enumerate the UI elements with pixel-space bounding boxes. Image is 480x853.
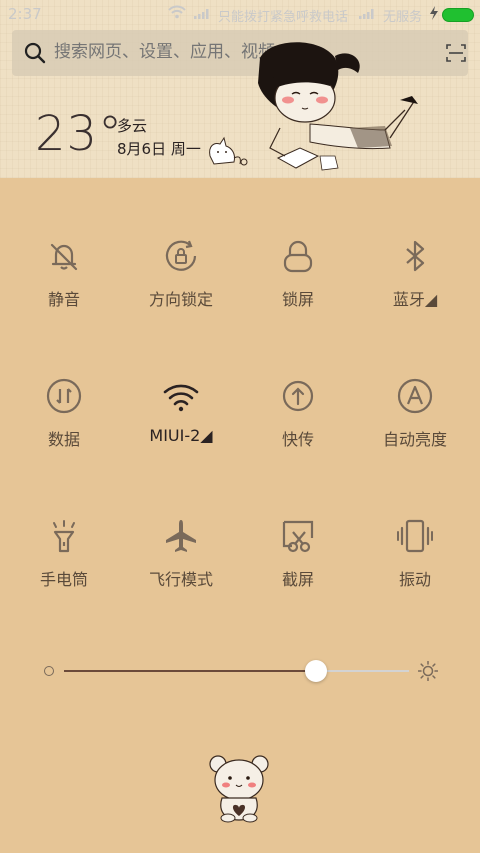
flashlight-icon xyxy=(53,520,75,553)
tile-label: 蓝牙◢ xyxy=(392,290,438,309)
toggle-bluetooth[interactable]: 蓝牙◢ xyxy=(355,238,475,348)
tile-label: 振动 xyxy=(398,570,431,589)
toggle-vibrate[interactable]: 振动 xyxy=(355,518,475,628)
toggle-flashlight[interactable]: 手电筒 xyxy=(4,518,124,628)
vibrate-icon xyxy=(397,519,433,553)
wifi-status-icon xyxy=(168,5,186,19)
bear-illustration xyxy=(209,755,269,823)
rotation-lock-icon xyxy=(165,240,197,271)
tile-label: 截屏 xyxy=(281,570,314,589)
auto-brightness-icon xyxy=(397,378,433,414)
slider-fill xyxy=(64,670,316,672)
transfer-icon xyxy=(282,380,314,412)
tile-label: 数据 xyxy=(47,430,80,449)
weather-date: 8月6日 周一 xyxy=(117,140,201,158)
tile-label: MIUI-2◢ xyxy=(149,426,213,445)
battery-icon xyxy=(442,8,474,22)
brightness-low-icon xyxy=(44,666,54,676)
tile-label: 快传 xyxy=(281,430,314,449)
charging-icon xyxy=(430,6,438,20)
screenshot-icon xyxy=(282,520,314,553)
toggle-screenshot[interactable]: 截屏 xyxy=(238,518,358,628)
toggle-lock-screen[interactable]: 锁屏 xyxy=(238,238,358,348)
scan-icon[interactable] xyxy=(446,44,466,62)
status-time: 2:37 xyxy=(8,5,42,23)
tile-label: 手电筒 xyxy=(39,570,88,589)
emergency-call-text: 只能拨打紧急呼救电话 xyxy=(218,10,349,25)
bell-off-icon xyxy=(50,243,78,271)
search-icon xyxy=(24,42,46,64)
toggle-mobile-data[interactable]: 数据 xyxy=(4,378,124,488)
temperature: 23° xyxy=(35,106,124,162)
slider-knob[interactable] xyxy=(305,660,327,682)
toggle-wifi[interactable]: MIUI-2◢ xyxy=(121,378,241,488)
toggle-airplane-mode[interactable]: 飞行模式 xyxy=(121,518,241,628)
airplane-icon xyxy=(166,520,196,552)
data-icon xyxy=(46,378,82,414)
toggle-rotation-lock[interactable]: 方向锁定 xyxy=(121,238,241,348)
status-bar: 2:37 只能拨打紧急呼救电话 无服务 xyxy=(0,0,480,28)
bluetooth-icon xyxy=(406,240,425,272)
wallpaper-header: 2:37 只能拨打紧急呼救电话 无服务 搜索网页、设置、应用、视频... 23°… xyxy=(0,0,480,178)
tile-label: 自动亮度 xyxy=(382,430,447,449)
weather-condition: 多云 xyxy=(117,117,148,135)
toggle-silent[interactable]: 静音 xyxy=(4,238,124,348)
signal-icon xyxy=(194,9,209,19)
toggle-auto-brightness[interactable]: 自动亮度 xyxy=(355,378,475,488)
tile-label: 方向锁定 xyxy=(148,290,213,309)
tile-label: 静音 xyxy=(47,290,80,309)
wifi-icon xyxy=(163,384,199,412)
lock-icon xyxy=(283,240,313,273)
tile-label: 飞行模式 xyxy=(148,570,213,589)
no-service-text: 无服务 xyxy=(383,10,423,25)
signal-icon xyxy=(359,9,374,19)
tile-label: 锁屏 xyxy=(281,290,314,309)
toggle-quick-transfer[interactable]: 快传 xyxy=(238,378,358,488)
wallpaper-illustration xyxy=(209,42,418,171)
brightness-high-icon xyxy=(418,661,438,681)
brightness-slider[interactable] xyxy=(40,656,445,686)
